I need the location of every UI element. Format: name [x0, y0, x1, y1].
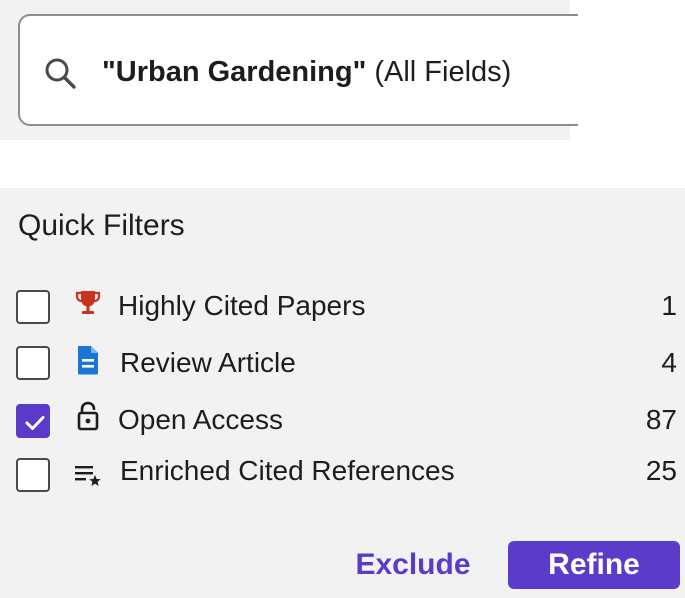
filter-count: 4 [661, 347, 677, 378]
search-icon [45, 58, 76, 89]
document-icon [78, 346, 98, 375]
filter-enriched-cited-references[interactable]: Enriched Cited References 25 [0, 454, 685, 498]
filter-checkbox-checked[interactable] [16, 404, 50, 438]
filter-count: 25 [645, 455, 677, 486]
filter-open-access[interactable]: Open Access 87 [0, 401, 685, 446]
search-query[interactable]: "Urban Gardening" (All Fields) [102, 53, 511, 91]
list-star-icon [75, 466, 101, 486]
filter-label: Highly Cited Papers [118, 290, 366, 321]
filter-count: 87 [645, 404, 677, 435]
filter-review-article[interactable]: Review Article 4 [0, 344, 685, 388]
search-query-term: "Urban Gardening" [102, 56, 367, 88]
filter-highly-cited[interactable]: Highly Cited Papers 1 [0, 286, 685, 330]
filter-label: Review Article [120, 347, 296, 378]
search-query-field: (All Fields) [374, 56, 512, 88]
quick-filters-panel: Quick Filters Highly Cited Papers 1 Revi… [0, 188, 685, 598]
unlock-icon [77, 401, 99, 431]
filter-checkbox[interactable] [16, 290, 50, 324]
refine-button[interactable]: Refine [508, 541, 680, 589]
filter-label: Open Access [118, 404, 283, 435]
filter-label: Enriched Cited References [120, 455, 455, 486]
search-area: "Urban Gardening" (All Fields) [0, 0, 578, 140]
filter-count: 1 [661, 290, 677, 321]
search-box[interactable]: "Urban Gardening" (All Fields) [18, 14, 578, 126]
exclude-button[interactable]: Exclude [348, 543, 478, 587]
filter-checkbox[interactable] [16, 458, 50, 492]
filter-checkbox[interactable] [16, 346, 50, 380]
quick-filters-title: Quick Filters [18, 209, 185, 242]
checkmark-icon [25, 416, 45, 430]
trophy-icon [75, 291, 101, 314]
